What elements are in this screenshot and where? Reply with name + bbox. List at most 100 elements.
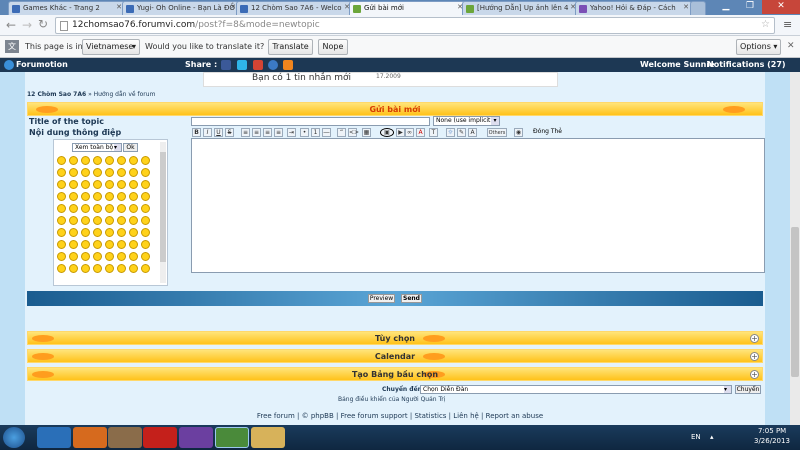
emoticon-icon[interactable] (81, 252, 90, 261)
twitter-icon[interactable] (237, 60, 247, 70)
welcome-user[interactable]: Welcome Sunnie (640, 60, 715, 69)
font-size-icon[interactable]: T (429, 128, 438, 137)
footer-link-contact[interactable]: Liên hệ (453, 412, 479, 420)
options-button[interactable]: Options ▾ (736, 39, 781, 55)
emoticon-icon[interactable] (141, 228, 150, 237)
emoticon-icon[interactable] (141, 264, 150, 273)
emoticon-icon[interactable] (129, 204, 138, 213)
translate-button[interactable]: Translate (268, 39, 313, 55)
emoticon-icon[interactable] (81, 228, 90, 237)
emoticon-icon[interactable] (117, 156, 126, 165)
preview-button[interactable]: Preview (368, 294, 395, 303)
clock-time[interactable]: 7:05 PM (758, 427, 786, 435)
align-right-icon[interactable]: ≡ (263, 128, 272, 137)
tab-yugioh[interactable]: Yugi- Oh Online - Bạn Là ĐỒ ✕ (122, 1, 239, 15)
emoticon-icon[interactable] (69, 264, 78, 273)
close-tags-link[interactable]: Đóng Thẻ (533, 128, 562, 135)
media-player-icon[interactable] (108, 427, 142, 448)
emoticon-icon[interactable] (57, 192, 66, 201)
emoticon-icon[interactable] (57, 204, 66, 213)
tab-huong-dan[interactable]: [Hướng Dẫn] Up ảnh lên 4 ✕ (462, 1, 579, 15)
emoticon-icon[interactable] (141, 192, 150, 201)
close-icon[interactable]: ✕ (787, 41, 795, 51)
emoticon-icon[interactable] (117, 228, 126, 237)
emoticon-icon[interactable] (69, 180, 78, 189)
star-icon[interactable]: ☆ (761, 19, 770, 30)
language-select[interactable]: Vietnamese ▾ (82, 39, 140, 55)
email-icon[interactable] (268, 60, 278, 70)
table-icon[interactable]: ▦ (362, 128, 371, 137)
others-button[interactable]: Others (487, 128, 507, 137)
source-icon[interactable]: ◉ (514, 128, 523, 137)
expand-icon[interactable]: + (750, 352, 759, 361)
emoticon-icon[interactable] (57, 216, 66, 225)
scrollbar-thumb[interactable] (791, 227, 799, 377)
emoticon-icon[interactable] (57, 252, 66, 261)
color-icon[interactable]: A (416, 128, 425, 137)
emoticon-icon[interactable] (105, 168, 114, 177)
emoticon-icon[interactable] (117, 192, 126, 201)
emoticon-icon[interactable] (93, 228, 102, 237)
tab-games[interactable]: Games Khác - Trang 2 ✕ (8, 1, 125, 15)
emoticon-icon[interactable] (129, 264, 138, 273)
link-icon[interactable]: ∞ (405, 128, 414, 137)
emoticon-icon[interactable] (105, 264, 114, 273)
emoticon-icon[interactable] (141, 204, 150, 213)
breadcrumb-forum[interactable]: 12 Chòm Sao 7A6 (27, 91, 86, 98)
admin-panel-link[interactable]: Bảng điều khiển của Người Quản Trị (338, 396, 445, 403)
video-icon[interactable]: ▶ (396, 128, 405, 137)
emoticon-icon[interactable] (117, 204, 126, 213)
chrome-icon[interactable] (215, 427, 249, 448)
emoticon-icon[interactable] (129, 156, 138, 165)
emoticon-icon[interactable] (105, 192, 114, 201)
firefox-icon[interactable] (73, 427, 107, 448)
emoticon-icon[interactable] (57, 264, 66, 273)
message-textarea[interactable] (191, 138, 765, 273)
emoticon-icon[interactable] (93, 264, 102, 273)
emoticon-icon[interactable] (57, 168, 66, 177)
emoticon-select[interactable]: Xem toàn bộ ▾ (72, 143, 122, 152)
spoiler-icon[interactable]: ☼ (446, 128, 455, 137)
emoticon-icon[interactable] (81, 180, 90, 189)
emoticon-icon[interactable] (129, 240, 138, 249)
emoticon-icon[interactable] (69, 204, 78, 213)
align-left-icon[interactable]: ≡ (241, 128, 250, 137)
emoticon-icon[interactable] (69, 156, 78, 165)
notice-text[interactable]: Bạn có 1 tin nhắn mới (252, 73, 351, 83)
emoticon-icon[interactable] (93, 192, 102, 201)
emoticon-icon[interactable] (105, 204, 114, 213)
emoticon-icon[interactable] (105, 240, 114, 249)
emoticon-icon[interactable] (141, 240, 150, 249)
emoticon-icon[interactable] (105, 180, 114, 189)
post-icon-select[interactable]: None (use implicit) ▾ (433, 116, 500, 126)
emoticon-icon[interactable] (117, 240, 126, 249)
emoticon-icon[interactable] (93, 240, 102, 249)
section-calendar[interactable]: Calendar + (27, 349, 763, 363)
footer-link-support[interactable]: Free forum support (341, 412, 408, 420)
emoticon-icon[interactable] (57, 240, 66, 249)
nope-button[interactable]: Nope (318, 39, 348, 55)
image-icon[interactable]: ▣ (380, 128, 394, 137)
expand-icon[interactable]: + (750, 334, 759, 343)
list-bullet-icon[interactable]: • (300, 128, 309, 137)
emoticon-icon[interactable] (81, 156, 90, 165)
indent-icon[interactable]: ⇥ (287, 128, 296, 137)
page-scrollbar[interactable] (790, 72, 800, 425)
jump-select[interactable]: Chọn Diễn Đàn ▾ (420, 385, 732, 394)
code-icon[interactable]: <> (348, 128, 359, 137)
emoticon-icon[interactable] (93, 216, 102, 225)
emoticon-icon[interactable] (117, 168, 126, 177)
send-button[interactable]: Send (401, 294, 422, 303)
tab-yahoo[interactable]: Yahoo! Hỏi & Đáp - Cách ✕ (575, 1, 692, 15)
close-window-icon[interactable]: ✕ (762, 0, 800, 14)
emoticon-icon[interactable] (117, 180, 126, 189)
emoticon-icon[interactable] (93, 156, 102, 165)
emoticon-icon[interactable] (141, 216, 150, 225)
breadcrumb-section[interactable]: Hướng dẫn về forum (94, 91, 156, 98)
forward-icon[interactable]: → (22, 18, 32, 32)
quote-icon[interactable]: “ (337, 128, 346, 137)
emoticon-icon[interactable] (81, 264, 90, 273)
footer-link-phpbb[interactable]: © phpBB (302, 412, 334, 420)
emoticon-icon[interactable] (81, 168, 90, 177)
rss-icon[interactable] (283, 60, 293, 70)
